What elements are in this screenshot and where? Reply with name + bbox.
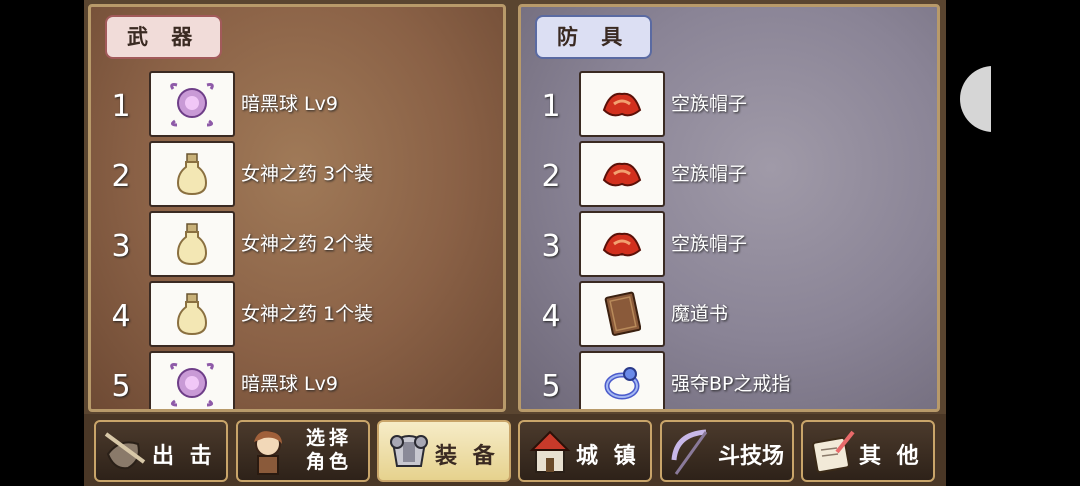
item-slot[interactable] [149, 351, 235, 409]
item-slot[interactable] [579, 351, 665, 409]
potion-icon [176, 293, 208, 336]
slot-number: 3 [111, 229, 131, 264]
item-slot[interactable] [149, 71, 235, 137]
weapons-panel: 武 器 1 暗黑球 Lv9 2 女神之药 3个装 3 女神之药 2个装 4 女神… [88, 4, 506, 412]
axe-icon [104, 432, 146, 470]
item-slot[interactable] [149, 141, 235, 207]
dark-orb-icon [170, 83, 214, 127]
armor-slot-row[interactable]: 5 强夺BP之戒指 [521, 351, 937, 409]
spellbook-icon [604, 291, 641, 336]
weapon-slot-row[interactable]: 4 女神之药 1个装 [91, 281, 503, 347]
item-name: 女神之药 2个装 [241, 233, 374, 255]
armor-panel: 防 具 1 空族帽子 2 空族帽子 3 空族帽子 4 魔道书 5 强夺BP之戒指 [518, 4, 940, 412]
slot-number: 1 [541, 89, 561, 124]
armor-slot-row[interactable]: 3 空族帽子 [521, 211, 937, 277]
potion-icon [176, 153, 208, 196]
select-character-label: 选择 角色 [294, 426, 364, 474]
potion-icon [176, 223, 208, 266]
weapon-slot-row[interactable]: 3 女神之药 2个装 [91, 211, 503, 277]
weapon-slot-row[interactable]: 5 暗黑球 Lv9 [91, 351, 503, 409]
armor-slot-row[interactable]: 4 魔道书 [521, 281, 937, 347]
dark-orb-icon [170, 363, 214, 407]
select-line-1: 选择 [305, 427, 352, 449]
item-name: 暗黑球 Lv9 [241, 373, 338, 395]
select-character-button[interactable]: 选择 角色 [236, 420, 370, 482]
equip-label: 装 备 [435, 444, 499, 469]
item-name: 空族帽子 [671, 233, 748, 255]
slot-number: 4 [111, 299, 131, 334]
armor-slot-row[interactable]: 2 空族帽子 [521, 141, 937, 207]
item-name: 暗黑球 Lv9 [241, 93, 338, 115]
sortie-label: 出 击 [152, 444, 216, 469]
arena-button[interactable]: 斗技场 [660, 420, 794, 482]
ring-icon [604, 367, 640, 400]
sortie-button[interactable]: 出 击 [94, 420, 228, 482]
screen-edge [991, 0, 1080, 486]
other-label: 其 他 [859, 444, 923, 469]
scroll-quill-icon [812, 430, 855, 474]
weapon-slot-row[interactable]: 2 女神之药 3个装 [91, 141, 503, 207]
red-hat-icon [602, 232, 642, 257]
item-slot[interactable] [579, 281, 665, 347]
item-slot[interactable] [149, 281, 235, 347]
item-slot[interactable] [579, 71, 665, 137]
character-icon [254, 431, 282, 475]
scythe-icon [671, 429, 708, 475]
town-label: 城 镇 [576, 444, 640, 469]
slot-number: 2 [111, 159, 131, 194]
item-name: 女神之药 3个装 [241, 163, 374, 185]
item-slot[interactable] [579, 141, 665, 207]
weapons-title: 武 器 [105, 15, 223, 59]
select-line-2: 角色 [305, 451, 352, 473]
slot-number: 1 [111, 89, 131, 124]
slot-number: 4 [541, 299, 561, 334]
armor-title: 防 具 [535, 15, 653, 59]
other-button[interactable]: 其 他 [801, 420, 935, 482]
item-slot[interactable] [579, 211, 665, 277]
town-button[interactable]: 城 镇 [518, 420, 652, 482]
item-name: 空族帽子 [671, 93, 748, 115]
arena-label: 斗技场 [718, 444, 785, 469]
castle-icon [529, 430, 571, 473]
slot-number: 5 [541, 369, 561, 404]
armor-icon [390, 435, 428, 467]
item-name: 魔道书 [671, 303, 729, 325]
armor-slot-row[interactable]: 1 空族帽子 [521, 71, 937, 137]
item-name: 空族帽子 [671, 163, 748, 185]
red-hat-icon [602, 92, 642, 117]
item-name: 强夺BP之戒指 [671, 373, 791, 395]
slot-number: 5 [111, 369, 131, 404]
red-hat-icon [602, 162, 642, 187]
slot-number: 3 [541, 229, 561, 264]
weapon-slot-row[interactable]: 1 暗黑球 Lv9 [91, 71, 503, 137]
slot-number: 2 [541, 159, 561, 194]
item-name: 女神之药 1个装 [241, 303, 374, 325]
item-slot[interactable] [149, 211, 235, 277]
equip-button[interactable]: 装 备 [377, 420, 511, 482]
